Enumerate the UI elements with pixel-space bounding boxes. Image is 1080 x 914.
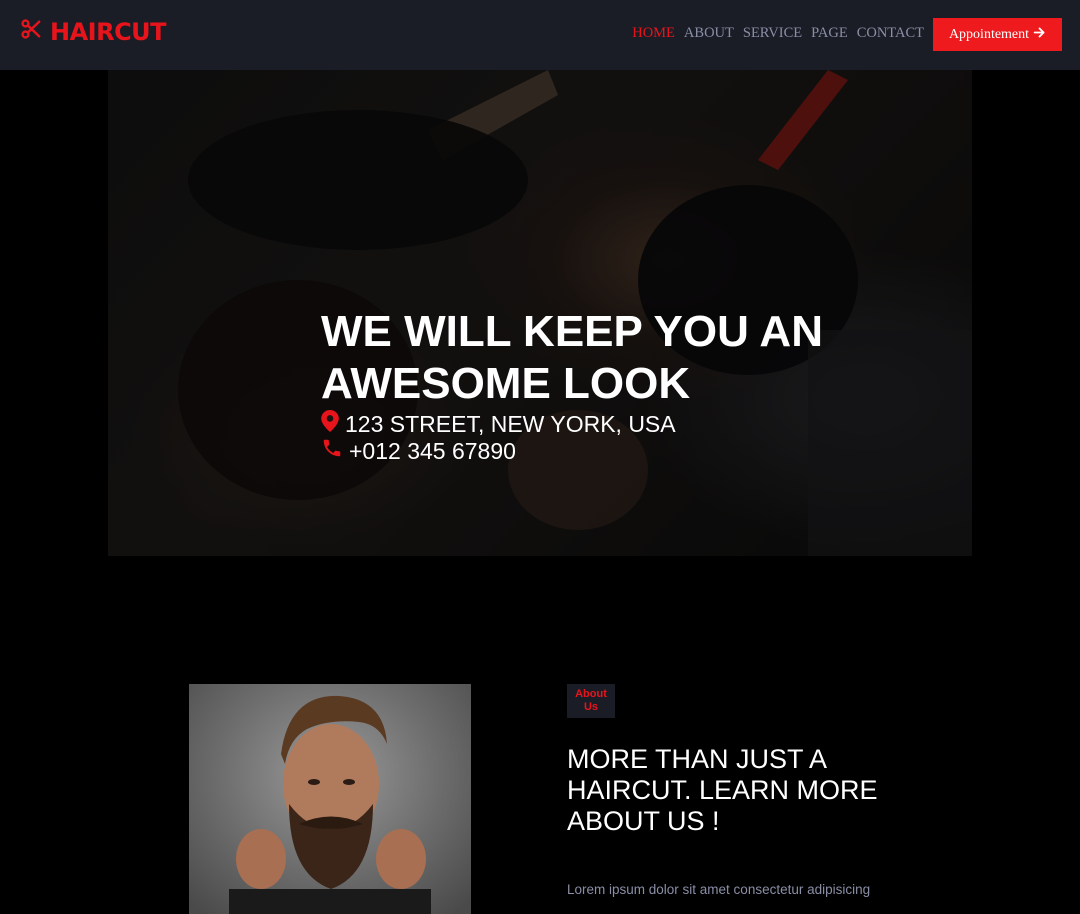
appointment-button[interactable]: Appointement: [933, 18, 1062, 51]
nav-page[interactable]: PAGE: [811, 25, 848, 42]
arrow-right-icon: [1029, 26, 1046, 44]
about-barber-image: [189, 684, 471, 914]
hero-phone-text: +012 345 67890: [349, 437, 516, 464]
about-badge: About Us: [567, 684, 615, 718]
nav-home[interactable]: HOME: [632, 25, 675, 42]
nav-service[interactable]: SERVICE: [743, 25, 802, 42]
hero-address: 123 STREET, NEW YORK, USA: [321, 410, 881, 437]
hero-content: WE WILL KEEP YOU AN AWESOME LOOK 123 STR…: [321, 306, 881, 464]
phone-icon: [321, 437, 349, 464]
hero-phone: +012 345 67890: [321, 437, 881, 464]
nav-contact[interactable]: CONTACT: [857, 25, 924, 42]
hero-address-text: 123 STREET, NEW YORK, USA: [345, 410, 676, 437]
nav-about[interactable]: ABOUT: [684, 25, 734, 42]
appointment-button-label: Appointement: [948, 26, 1030, 42]
brand-logo[interactable]: HAIRCUT: [20, 18, 167, 46]
map-marker-icon: [321, 410, 345, 437]
navbar: HAIRCUT HOME ABOUT SERVICE PAGE CONTACT …: [0, 0, 1080, 70]
brand-name: HAIRCUT: [50, 18, 167, 46]
hero-banner: WE WILL KEEP YOU AN AWESOME LOOK 123 STR…: [108, 70, 972, 556]
about-title: MORE THAN JUST A HAIRCUT. LEARN MORE ABO…: [567, 744, 878, 836]
hero-title: WE WILL KEEP YOU AN AWESOME LOOK: [321, 307, 823, 408]
about-text: Lorem ipsum dolor sit amet consectetur a…: [567, 882, 871, 897]
main-nav: HOME ABOUT SERVICE PAGE CONTACT: [623, 25, 924, 42]
scissors-icon: [20, 18, 50, 46]
